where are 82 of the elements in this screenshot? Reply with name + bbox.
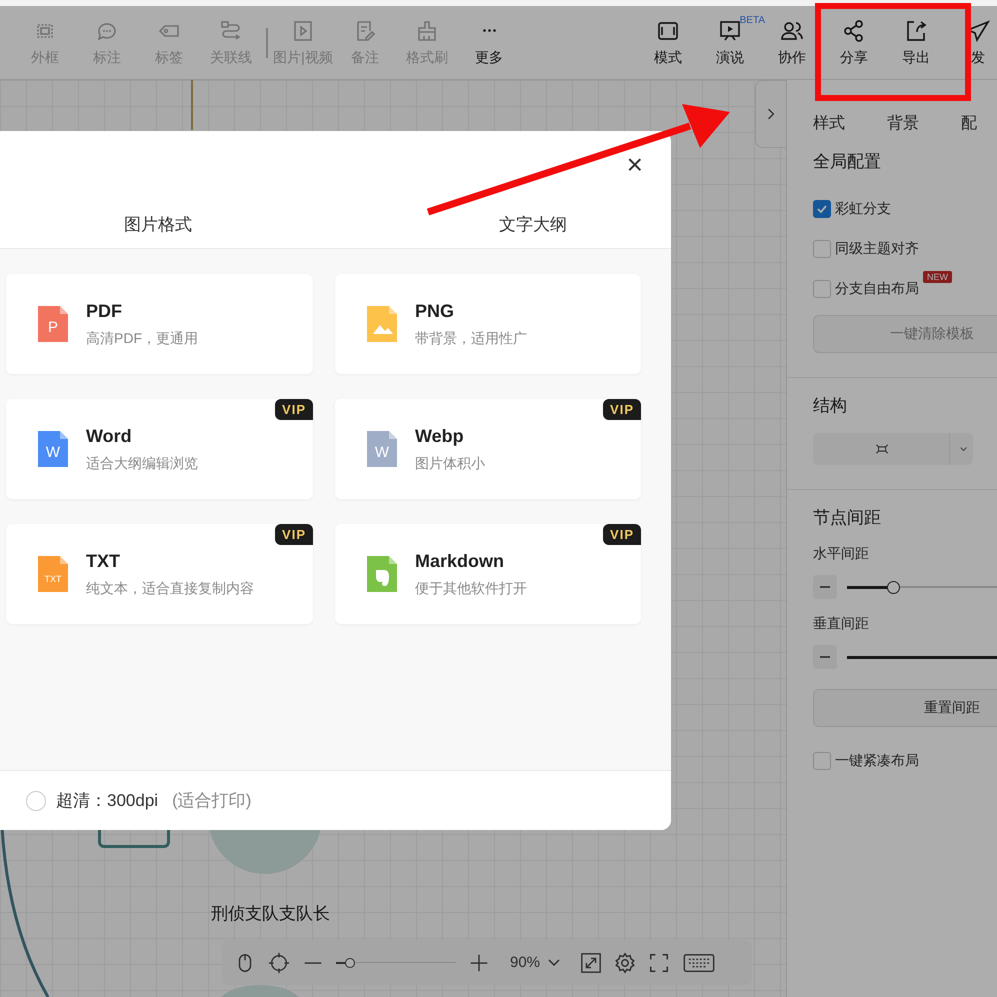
- format-name: Word: [86, 426, 133, 446]
- minus-icon: [820, 586, 830, 588]
- caret-down-icon: [548, 958, 560, 966]
- format-name: Webp: [415, 426, 465, 446]
- checkbox[interactable]: [813, 752, 831, 770]
- checkbox-label: 彩虹分支: [835, 200, 891, 218]
- fit-screen-icon[interactable]: [580, 952, 602, 974]
- share-icon: [842, 18, 866, 42]
- vip-badge: VIP: [603, 399, 641, 420]
- export-icon: [904, 18, 928, 42]
- format-description: 高清PDF，更通用: [86, 330, 198, 348]
- node-label: 刑侦支队支队长: [211, 903, 330, 925]
- format-name: PNG: [415, 300, 456, 322]
- panel-tab[interactable]: 背景: [887, 113, 919, 134]
- fullscreen-icon[interactable]: [648, 952, 670, 974]
- section-title: 节点间距: [813, 507, 882, 529]
- pdf-file-icon: P: [36, 304, 70, 344]
- dialog-tab[interactable]: 文字大纲: [499, 213, 567, 248]
- checkbox-label: 分支自由布局: [835, 280, 919, 298]
- minus-icon: [820, 656, 830, 658]
- format-description: 图片体积小: [415, 454, 485, 472]
- branch-line: [191, 80, 193, 130]
- format-name: TXT: [86, 550, 121, 572]
- checkbox-label: 同级主题对齐: [835, 240, 919, 258]
- checkbox[interactable]: [813, 280, 831, 298]
- toolbar-button[interactable]: 导出: [885, 18, 947, 66]
- vip-badge: VIP: [275, 524, 313, 545]
- caret-down-icon: [960, 446, 967, 452]
- evernote-file-icon: [365, 554, 399, 594]
- checkbox[interactable]: [813, 240, 831, 258]
- close-button[interactable]: ×: [626, 151, 643, 179]
- checkbox[interactable]: [813, 200, 831, 218]
- toolbar-button[interactable]: 发: [947, 18, 997, 66]
- dialog-tab[interactable]: 图片格式: [124, 213, 192, 248]
- vip-badge: VIP: [603, 524, 641, 545]
- beta-label: BETA: [740, 14, 765, 26]
- structure-icon: [875, 442, 890, 456]
- toolbar-button[interactable]: 更多: [458, 18, 520, 66]
- toolbar-button[interactable]: 分享: [823, 18, 885, 66]
- panel-tab[interactable]: 配: [961, 113, 977, 134]
- format-description: 适合大纲编辑浏览: [86, 454, 198, 472]
- webp-file-icon: W: [365, 429, 399, 469]
- format-card[interactable]: PNG 带背景，适用性广: [335, 274, 641, 374]
- panel-tab[interactable]: 样式: [813, 113, 845, 134]
- new-badge: NEW: [923, 271, 952, 283]
- checkbox-label: 一键紧凑布局: [835, 752, 919, 770]
- settings-icon[interactable]: [614, 952, 636, 974]
- brush-icon: [415, 18, 439, 42]
- toolbar-button[interactable]: 模式: [637, 18, 699, 66]
- slider-label: 水平间距: [813, 545, 870, 563]
- keyboard-icon[interactable]: [682, 952, 716, 974]
- section-title: 结构: [813, 395, 848, 417]
- slider-thumb[interactable]: [886, 580, 900, 594]
- chevron-right-icon: [767, 108, 775, 120]
- check-icon: [816, 203, 828, 215]
- format-card[interactable]: Markdown 便于其他软件打开 VIP: [335, 524, 641, 624]
- radio-button[interactable]: [26, 790, 46, 810]
- video-icon: [291, 18, 315, 42]
- more-icon: [482, 28, 496, 32]
- format-name: Markdown: [415, 550, 506, 572]
- slider-thumb[interactable]: [345, 958, 356, 968]
- format-description: 纯文本，适合直接复制内容: [86, 580, 254, 598]
- quality-hint: (适合打印): [172, 790, 252, 812]
- slider-label: 垂直间距: [813, 615, 870, 633]
- format-description: 便于其他软件打开: [415, 580, 527, 598]
- format-card[interactable]: W Webp 图片体积小 VIP: [335, 399, 641, 499]
- locate-icon[interactable]: [268, 952, 290, 974]
- txt-file-icon: TXT: [36, 554, 70, 594]
- word-file-icon: W: [36, 429, 70, 469]
- format-name: PDF: [86, 300, 123, 322]
- format-card[interactable]: P PDF 高清PDF，更通用: [6, 274, 313, 374]
- vip-badge: VIP: [275, 399, 313, 420]
- format-description: 带背景，适用性广: [415, 330, 527, 348]
- image-file-icon: [365, 304, 399, 344]
- section-title: 全局配置: [813, 151, 882, 173]
- format-card[interactable]: TXT TXT 纯文本，适合直接复制内容 VIP: [6, 524, 313, 624]
- zoom-dropdown[interactable]: 90%: [502, 954, 568, 971]
- format-card[interactable]: W Word 适合大纲编辑浏览 VIP: [6, 399, 313, 499]
- presentation-icon: [718, 18, 742, 42]
- connector-icon: [219, 18, 243, 42]
- quality-label: 超清：300dpi: [56, 790, 158, 812]
- reset-spacing-button[interactable]: 重置间距: [813, 689, 997, 727]
